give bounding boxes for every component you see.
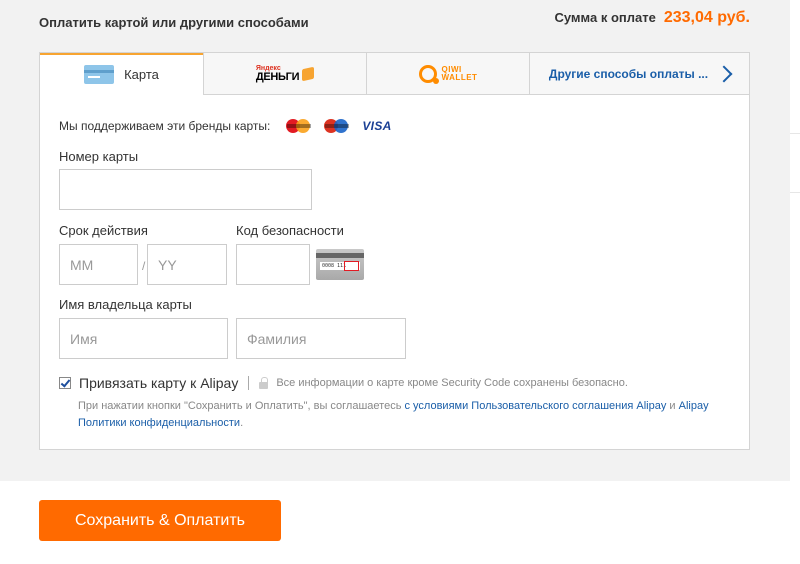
wallet-icon	[302, 66, 315, 81]
sum-label: Сумма к оплате	[554, 10, 656, 25]
expiry-label: Срок действия	[59, 223, 148, 238]
security-note: Все информации о карте кроме Security Co…	[276, 377, 628, 389]
expiry-year-input[interactable]	[147, 244, 227, 285]
cardholder-label: Имя владельца карты	[59, 297, 192, 312]
agreement-text-1: При нажатии кнопки "Сохранить и Оплатить…	[78, 400, 405, 412]
cvv-input[interactable]	[236, 244, 310, 285]
tab-other-label: Другие способы оплаты ...	[548, 66, 709, 81]
tab-card-label: Карта	[124, 67, 159, 82]
qiwi-logo-line2: WALLET	[441, 72, 478, 82]
agreement-text: При нажатии кнопки "Сохранить и Оплатить…	[78, 398, 728, 432]
sum-amount: 233,04 руб.	[663, 9, 750, 26]
credit-card-icon	[84, 65, 115, 84]
qiwi-circle-icon	[418, 64, 439, 84]
last-name-input[interactable]	[236, 318, 406, 359]
first-name-input[interactable]	[59, 318, 228, 359]
qiwi-wallet-logo: QIWI WALLET	[418, 64, 478, 84]
mastercard-icon	[286, 119, 312, 133]
payment-method-tabs: Карта Яндекс ДЕНЬГИ QIWI WALLET Другие с…	[40, 53, 749, 95]
bind-card-checkbox[interactable]	[59, 377, 71, 389]
bind-card-label[interactable]: Привязать карту к Alipay	[79, 375, 238, 391]
visa-icon: VISA	[362, 119, 392, 133]
lock-icon	[259, 376, 269, 389]
yandex-logo-big-text: ДЕНЬГИ	[255, 70, 300, 83]
tab-qiwi-wallet[interactable]: QIWI WALLET	[366, 53, 529, 95]
divider	[248, 376, 250, 390]
expiry-month-input[interactable]	[59, 244, 138, 285]
tab-other-methods[interactable]: Другие способы оплаты ...	[529, 53, 749, 95]
bind-card-row: Привязать карту к Alipay Все информации …	[59, 375, 628, 391]
cvv-hint-card-icon: 0008 111	[316, 249, 364, 280]
save-and-pay-button[interactable]: Сохранить & Оплатить	[39, 500, 281, 541]
user-agreement-link[interactable]: с условиями Пользовательского соглашения…	[404, 400, 666, 412]
expiry-separator: /	[142, 259, 146, 273]
agreement-text-3: .	[240, 417, 244, 429]
card-number-label: Номер карты	[59, 149, 139, 164]
card-number-input[interactable]	[59, 169, 312, 210]
page-title: Оплатить картой или другими способами	[39, 15, 309, 30]
right-edge-divider	[790, 0, 800, 564]
maestro-icon	[324, 119, 350, 133]
total-sum: Сумма к оплате 233,04 руб.	[554, 9, 750, 27]
brands-label: Мы поддерживаем эти бренды карты:	[59, 119, 271, 133]
yandex-money-logo: Яндекс ДЕНЬГИ	[255, 65, 315, 83]
agreement-text-2: и	[666, 400, 679, 412]
cvv-label: Код безопасности	[236, 223, 344, 238]
payment-form-card: Карта Яндекс ДЕНЬГИ QIWI WALLET Другие с…	[39, 52, 750, 450]
tab-card[interactable]: Карта	[40, 53, 203, 95]
supported-brands: Мы поддерживаем эти бренды карты: VISA	[59, 119, 392, 133]
chevron-right-icon	[715, 65, 733, 82]
tab-yandex-money[interactable]: Яндекс ДЕНЬГИ	[203, 53, 366, 95]
